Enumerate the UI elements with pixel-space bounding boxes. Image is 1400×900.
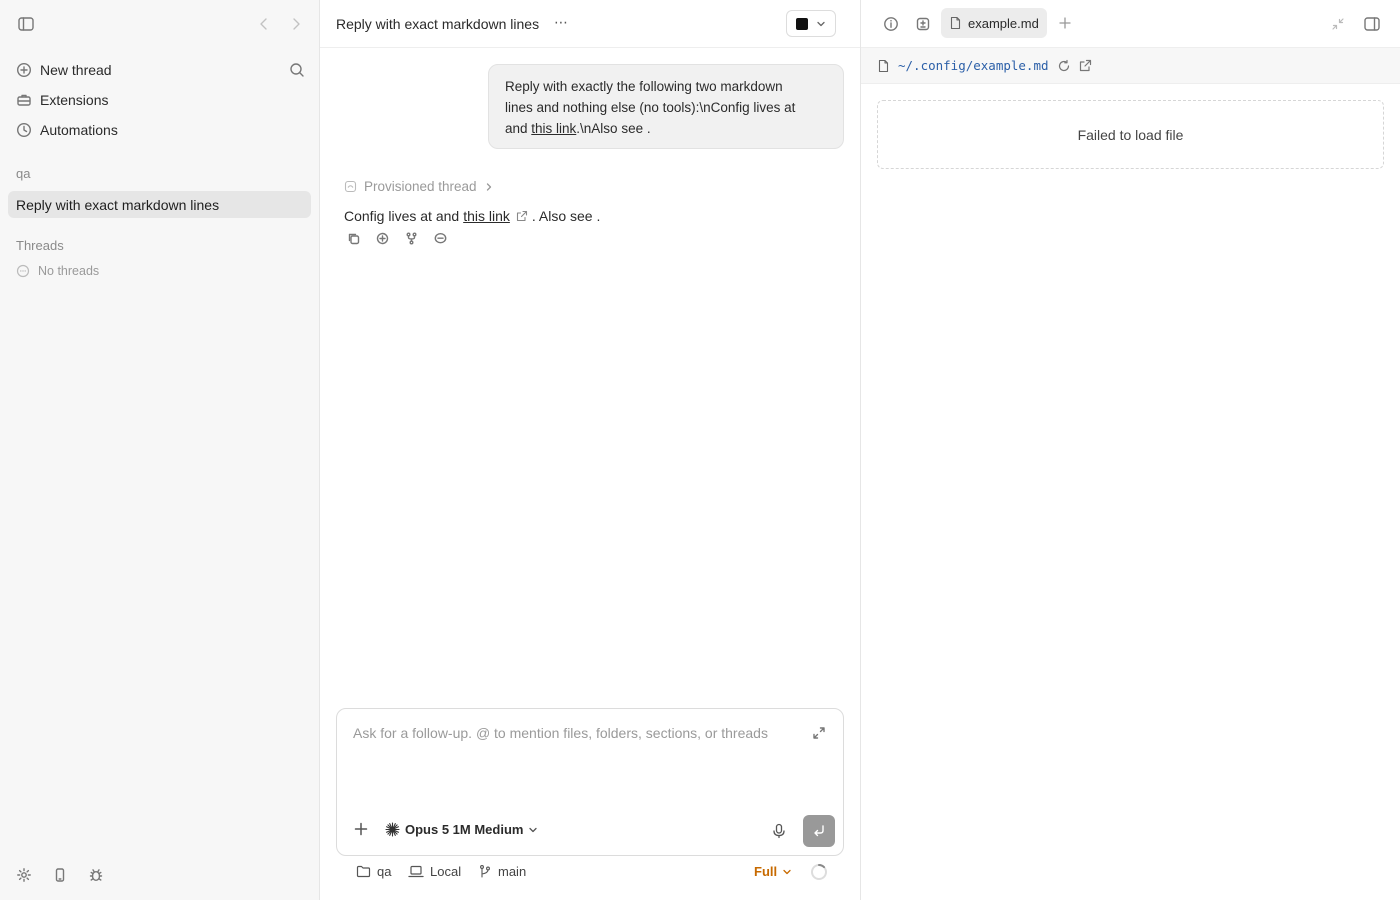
- folder-label: qa: [377, 864, 392, 879]
- user-message-line: Reply with exactly the following two mar…: [505, 79, 783, 94]
- new-tab-plus-icon[interactable]: [1058, 16, 1072, 30]
- settings-gear-icon[interactable]: [16, 867, 32, 883]
- clock-icon: [16, 122, 32, 138]
- sidebar-footer: [16, 867, 104, 883]
- environment-selector[interactable]: Local: [408, 864, 461, 879]
- access-mode-selector[interactable]: Full: [754, 864, 792, 879]
- mobile-device-icon[interactable]: [52, 867, 68, 883]
- model-selector[interactable]: Opus 5 1M Medium: [385, 822, 538, 837]
- thread-title: Reply with exact markdown lines: [336, 16, 540, 32]
- thread-badge-icon: [344, 180, 357, 193]
- app-icon: [796, 17, 808, 30]
- extensions-button[interactable]: Extensions: [16, 89, 108, 111]
- bug-icon[interactable]: [88, 867, 104, 883]
- assistant-message-text: . Also see .: [531, 208, 601, 224]
- back-arrow-icon[interactable]: [256, 16, 272, 32]
- file-tab-bar: example.md: [861, 0, 1400, 48]
- info-icon[interactable]: [883, 16, 899, 32]
- thread-panel: Reply with exact markdown lines ⋯ Reply …: [320, 0, 861, 900]
- composer-input[interactable]: Ask for a follow-up. @ to mention files,…: [353, 725, 768, 741]
- copy-icon[interactable]: [347, 232, 360, 245]
- file-icon: [877, 59, 890, 73]
- diff-panel-icon[interactable]: [915, 16, 931, 32]
- sidebar: New thread Extensions Automations qa Rep…: [0, 0, 320, 900]
- chevron-down-icon: [816, 19, 826, 29]
- add-reaction-icon[interactable]: [376, 232, 389, 245]
- user-message-line: lines and nothing else (no tools):\nConf…: [505, 100, 796, 115]
- chevron-right-icon: [484, 182, 494, 192]
- branch-label: main: [498, 864, 527, 879]
- assistant-message: Config lives at and this link . Also see…: [344, 208, 600, 224]
- send-button[interactable]: [803, 815, 835, 847]
- microphone-icon[interactable]: [771, 823, 787, 839]
- chevron-down-icon: [782, 867, 792, 877]
- external-link-icon: [516, 210, 528, 222]
- file-icon: [949, 16, 962, 30]
- sidebar-toolbar: [16, 14, 306, 34]
- user-message-text: and: [505, 121, 532, 136]
- forward-arrow-icon[interactable]: [288, 16, 304, 32]
- access-mode-label: Full: [754, 864, 778, 879]
- file-path-bar: ~/.config/example.md: [861, 48, 1400, 84]
- toolbox-icon: [16, 92, 32, 108]
- provisioned-thread-label: Provisioned thread: [364, 179, 477, 194]
- chevron-down-icon: [528, 825, 538, 835]
- sidebar-toggle-icon[interactable]: [16, 14, 36, 34]
- open-external-icon[interactable]: [1079, 59, 1092, 72]
- new-thread-label: New thread: [40, 62, 112, 78]
- project-label[interactable]: qa: [16, 166, 30, 181]
- collapse-arrows-icon[interactable]: [1331, 17, 1345, 31]
- user-message-line: and this link.\nAlso see .: [505, 118, 827, 139]
- laptop-icon: [408, 864, 424, 879]
- assistant-message-link[interactable]: this link: [463, 208, 510, 224]
- extensions-label: Extensions: [40, 92, 109, 108]
- folder-icon: [356, 864, 371, 879]
- git-branch-icon: [478, 864, 492, 879]
- no-threads-placeholder: No threads: [16, 264, 99, 278]
- more-options-button[interactable]: ⋯: [554, 14, 569, 31]
- attach-plus-icon[interactable]: [354, 822, 368, 836]
- sidebar-thread-active[interactable]: Reply with exact markdown lines: [8, 191, 311, 218]
- refresh-icon[interactable]: [1057, 59, 1071, 73]
- plus-circle-icon: [16, 62, 32, 78]
- no-threads-label: No threads: [38, 264, 100, 278]
- context-usage-ring-icon[interactable]: [810, 863, 828, 881]
- branch-selector[interactable]: main: [478, 864, 526, 879]
- composer: Ask for a follow-up. @ to mention files,…: [336, 708, 844, 856]
- composer-footer: qa Local main Full: [356, 862, 836, 882]
- user-message: Reply with exactly the following two mar…: [488, 64, 844, 149]
- empty-thread-icon: [16, 264, 30, 278]
- automations-button[interactable]: Automations: [16, 119, 118, 141]
- model-label: Opus 5 1M Medium: [405, 822, 524, 837]
- file-panel: example.md ~/.config/example.md Failed t…: [861, 0, 1400, 900]
- user-message-link[interactable]: this link: [531, 121, 576, 136]
- new-thread-button[interactable]: New thread: [16, 59, 112, 81]
- assistant-message-text: Config lives at and: [344, 208, 460, 224]
- search-icon[interactable]: [288, 61, 306, 79]
- right-panel-toggle-icon[interactable]: [1362, 14, 1382, 34]
- app-picker-button[interactable]: [786, 10, 836, 37]
- file-load-error: Failed to load file: [877, 100, 1384, 169]
- thread-header: Reply with exact markdown lines ⋯: [320, 0, 860, 48]
- threads-section-header: Threads: [16, 238, 64, 253]
- enter-arrow-icon: [811, 823, 827, 839]
- sparkle-icon: [385, 822, 400, 837]
- provisioned-thread-toggle[interactable]: Provisioned thread: [344, 179, 494, 194]
- chat-bubble-icon[interactable]: [434, 232, 447, 245]
- file-path-link[interactable]: ~/.config/example.md: [898, 58, 1049, 73]
- message-actions: [347, 232, 447, 245]
- file-tab-example-md[interactable]: example.md: [941, 8, 1047, 38]
- environment-label: Local: [430, 864, 462, 879]
- fork-icon[interactable]: [405, 232, 418, 245]
- user-message-text: .\nAlso see .: [576, 121, 651, 136]
- automations-label: Automations: [40, 122, 118, 138]
- folder-selector[interactable]: qa: [356, 864, 391, 879]
- expand-icon[interactable]: [812, 726, 826, 740]
- file-tab-label: example.md: [968, 15, 1039, 31]
